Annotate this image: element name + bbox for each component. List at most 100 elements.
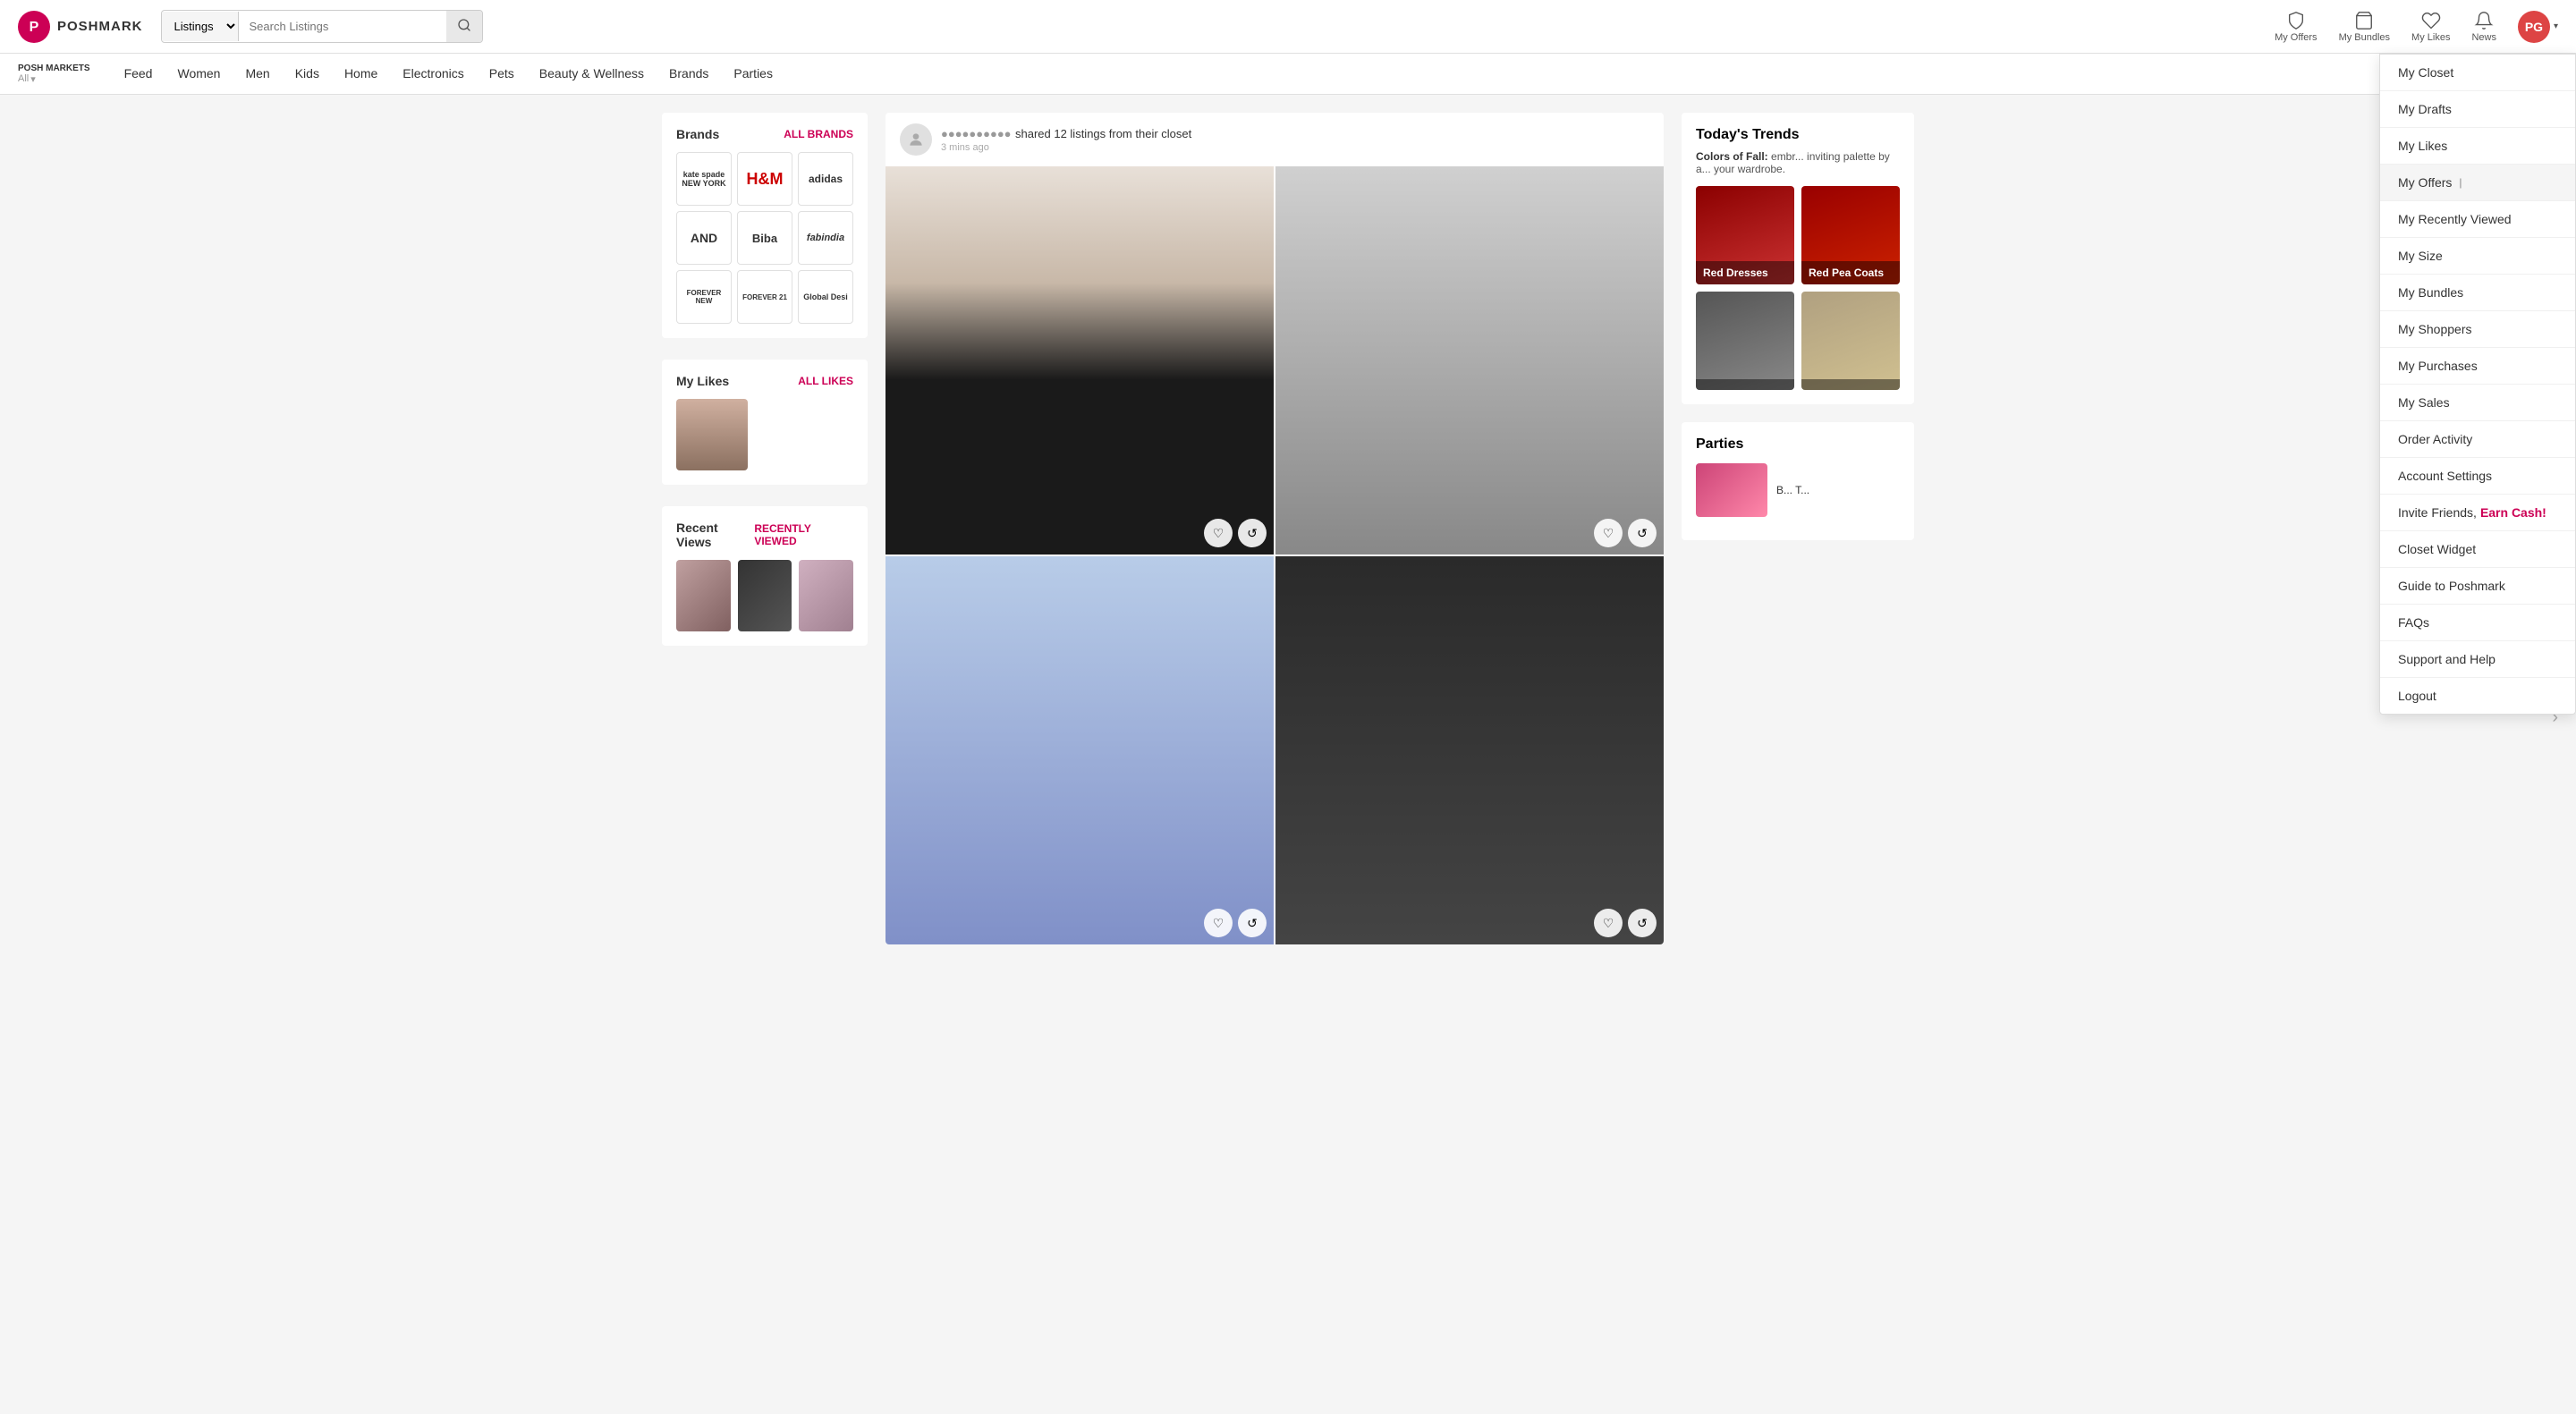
parties-title: Parties	[1696, 436, 1900, 453]
all-brands-link[interactable]: ALL BRANDS	[784, 128, 853, 140]
trends-subtitle: Colors of Fall: embr... inviting palette…	[1696, 150, 1900, 175]
feed-listing-3-share[interactable]: ↺	[1628, 909, 1657, 937]
nav-feed[interactable]: Feed	[112, 54, 165, 95]
logo-text: POSHMARK	[57, 19, 143, 34]
brand-forever-new[interactable]: FOREVER NEW	[676, 270, 732, 324]
brand-biba[interactable]: Biba	[737, 211, 792, 265]
user-menu-trigger[interactable]: PG ▾	[2518, 11, 2558, 43]
nav-pets[interactable]: Pets	[477, 54, 527, 95]
feed-listing-3-like[interactable]: ♡	[1594, 909, 1623, 937]
posh-markets-title: POSH MARKETS	[18, 64, 90, 73]
dropdown-my-offers[interactable]: My Offers |	[2380, 165, 2575, 201]
dropdown-my-purchases[interactable]: My Purchases	[2380, 348, 2575, 385]
party-lipstick-visual	[1696, 463, 1767, 517]
trend-third[interactable]	[1696, 292, 1794, 390]
parties-section: Parties B... T... ›	[1682, 422, 1914, 540]
dropdown-support[interactable]: Support and Help	[2380, 641, 2575, 678]
dropdown-earn-cash: Earn Cash!	[2480, 505, 2546, 520]
brands-section: Brands ALL BRANDS kate spadeNEW YORK H&M…	[662, 113, 868, 338]
brand-adidas[interactable]: adidas	[798, 152, 853, 206]
dropdown-guide[interactable]: Guide to Poshmark	[2380, 568, 2575, 605]
recent-item-1[interactable]	[738, 560, 792, 631]
brand-forever-21[interactable]: FOREVER 21	[737, 270, 792, 324]
my-offers-nav[interactable]: My Offers	[2275, 11, 2317, 43]
avatar-icon	[907, 131, 925, 148]
news-icon	[2474, 11, 2494, 30]
feed-listing-1[interactable]: ♡ ↺	[1275, 166, 1664, 555]
dropdown-my-sales[interactable]: My Sales	[2380, 385, 2575, 421]
feed-listing-0[interactable]: ♡ ↺	[886, 166, 1274, 555]
nav-home[interactable]: Home	[332, 54, 390, 95]
likes-icon	[2421, 11, 2441, 30]
trend-red-pea-label: Red Pea Coats	[1801, 261, 1900, 284]
search-category-dropdown[interactable]: Listings	[162, 12, 239, 41]
brand-and[interactable]: AND	[676, 211, 732, 265]
left-sidebar: Brands ALL BRANDS kate spadeNEW YORK H&M…	[662, 113, 868, 962]
my-likes-nav[interactable]: My Likes	[2411, 11, 2450, 43]
dropdown-my-shoppers[interactable]: My Shoppers	[2380, 311, 2575, 348]
logo[interactable]: P POSHMARK	[18, 11, 143, 43]
trend-fourth[interactable]	[1801, 292, 1900, 390]
feed-post-grid: ♡ ↺ ♡ ↺ ♡ ↺	[886, 166, 1664, 944]
feed-listing-2-share[interactable]: ↺	[1238, 909, 1267, 937]
nav-men[interactable]: Men	[233, 54, 282, 95]
recently-viewed-link[interactable]: RECENTLY VIEWED	[754, 522, 853, 547]
nav-parties[interactable]: Parties	[721, 54, 785, 95]
brand-global-desi[interactable]: Global Desi	[798, 270, 853, 324]
like-item-0[interactable]	[676, 399, 748, 470]
search-input[interactable]	[239, 13, 446, 40]
dropdown-order-activity[interactable]: Order Activity	[2380, 421, 2575, 458]
dropdown-my-likes[interactable]: My Likes	[2380, 128, 2575, 165]
feed-listing-1-share[interactable]: ↺	[1628, 519, 1657, 547]
nav-beauty[interactable]: Beauty & Wellness	[527, 54, 657, 95]
feed-post: ●●●●●●●●●● shared 12 listings from their…	[886, 113, 1664, 944]
feed-listing-3[interactable]: ♡ ↺	[1275, 556, 1664, 944]
dropdown-faqs[interactable]: FAQs	[2380, 605, 2575, 641]
trends-grid: Red Dresses Red Pea Coats	[1696, 186, 1900, 390]
dropdown-my-bundles[interactable]: My Bundles	[2380, 275, 2575, 311]
dropdown-my-drafts[interactable]: My Drafts	[2380, 91, 2575, 128]
right-sidebar: Today's Trends Colors of Fall: embr... i…	[1682, 113, 1914, 962]
dropdown-closet-widget[interactable]: Closet Widget	[2380, 531, 2575, 568]
recent-item-0[interactable]	[676, 560, 731, 631]
dropdown-invite-friends[interactable]: Invite Friends, Earn Cash!	[2380, 495, 2575, 531]
news-nav[interactable]: News	[2471, 11, 2496, 43]
feed-listing-1-actions: ♡ ↺	[1594, 519, 1657, 547]
user-dropdown-menu: My Closet My Drafts My Likes My Offers |…	[2379, 54, 2576, 715]
recent-item-2[interactable]	[799, 560, 853, 631]
nav-women[interactable]: Women	[165, 54, 233, 95]
feed-username[interactable]: ●●●●●●●●●●	[941, 127, 1012, 140]
feed-post-user-line: ●●●●●●●●●● shared 12 listings from their…	[941, 126, 1649, 142]
likes-header: My Likes ALL LIKES	[676, 374, 853, 388]
nav-brands[interactable]: Brands	[657, 54, 721, 95]
trends-subtitle-strong: Colors of Fall:	[1696, 150, 1768, 163]
feed-listing-2[interactable]: ♡ ↺	[886, 556, 1274, 944]
dropdown-account-settings[interactable]: Account Settings	[2380, 458, 2575, 495]
dropdown-logout[interactable]: Logout	[2380, 678, 2575, 714]
nav-electronics[interactable]: Electronics	[390, 54, 476, 95]
feed-listing-2-like[interactable]: ♡	[1204, 909, 1233, 937]
trend-red-dresses[interactable]: Red Dresses	[1696, 186, 1794, 284]
dropdown-my-size[interactable]: My Size	[2380, 238, 2575, 275]
nav-kids[interactable]: Kids	[283, 54, 332, 95]
my-bundles-nav[interactable]: My Bundles	[2339, 11, 2390, 43]
search-button[interactable]	[446, 11, 482, 42]
trend-third-label	[1696, 379, 1794, 390]
recent-views-grid	[676, 560, 853, 631]
trend-red-pea-coats[interactable]: Red Pea Coats	[1801, 186, 1900, 284]
feed-listing-3-actions: ♡ ↺	[1594, 909, 1657, 937]
feed-listing-0-like[interactable]: ♡	[1204, 519, 1233, 547]
trend-red-dresses-label: Red Dresses	[1696, 261, 1794, 284]
party-item-0[interactable]: B... T...	[1696, 463, 1900, 517]
all-likes-link[interactable]: ALL LIKES	[798, 375, 853, 387]
feed-listing-1-like[interactable]: ♡	[1594, 519, 1623, 547]
user-avatar[interactable]: PG	[2518, 11, 2550, 43]
posh-markets[interactable]: POSH MARKETS All ▾	[18, 64, 90, 85]
brand-fabindia[interactable]: fabindia	[798, 211, 853, 265]
brand-kate-spade[interactable]: kate spadeNEW YORK	[676, 152, 732, 206]
dropdown-my-closet[interactable]: My Closet	[2380, 55, 2575, 91]
feed-post-avatar[interactable]	[900, 123, 932, 156]
dropdown-recently-viewed[interactable]: My Recently Viewed	[2380, 201, 2575, 238]
feed-listing-0-share[interactable]: ↺	[1238, 519, 1267, 547]
brand-hm[interactable]: H&M	[737, 152, 792, 206]
